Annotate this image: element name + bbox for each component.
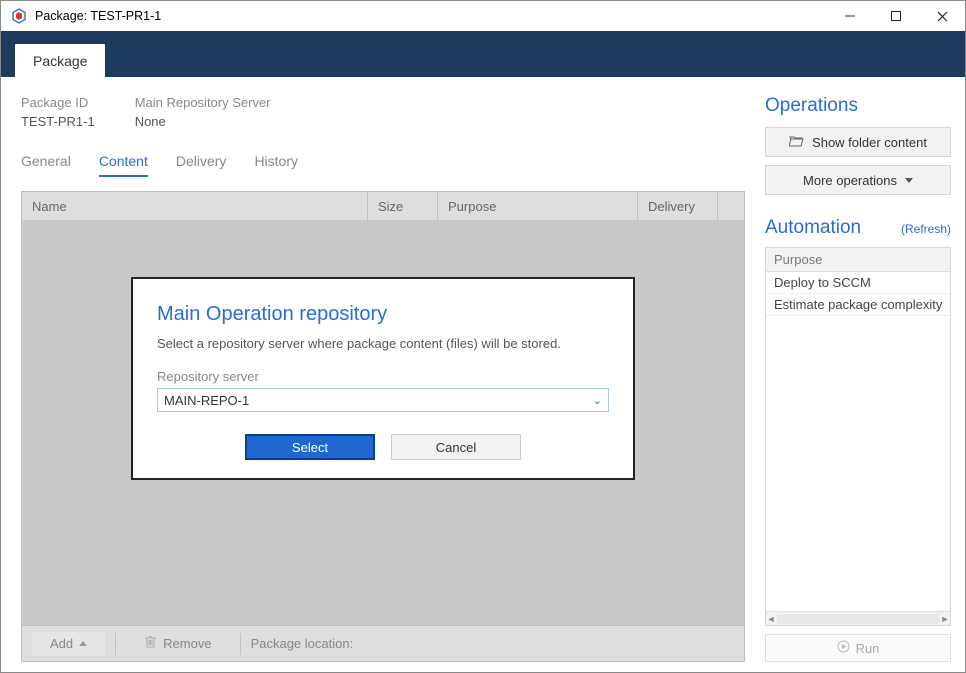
- more-operations-label: More operations: [803, 173, 897, 188]
- table-header-end: [718, 192, 744, 220]
- automation-row[interactable]: Deploy to SCCM: [766, 272, 950, 294]
- repository-server-label: Repository server: [157, 369, 609, 384]
- app-icon: [11, 8, 27, 24]
- scroll-left-icon[interactable]: ◄: [766, 614, 776, 624]
- maximize-button[interactable]: [873, 1, 919, 31]
- table-header-delivery[interactable]: Delivery: [638, 192, 718, 220]
- main-operation-repository-dialog: Main Operation repository Select a repos…: [131, 277, 635, 480]
- select-button[interactable]: Select: [245, 434, 375, 460]
- remove-button[interactable]: Remove: [126, 632, 229, 656]
- chevron-down-icon: ⌄: [593, 394, 602, 407]
- add-button-label: Add: [50, 636, 73, 651]
- subtab-history[interactable]: History: [254, 153, 298, 177]
- show-folder-content-button[interactable]: Show folder content: [765, 127, 951, 157]
- subtab-bar: General Content Delivery History: [21, 153, 745, 177]
- table-header-row: Name Size Purpose Delivery: [22, 192, 744, 220]
- show-folder-content-label: Show folder content: [812, 135, 927, 150]
- repository-server-combo[interactable]: MAIN-REPO-1 ⌄: [157, 388, 609, 412]
- run-button-label: Run: [856, 641, 880, 656]
- caret-up-icon: [79, 641, 87, 646]
- remove-button-label: Remove: [163, 636, 211, 651]
- play-icon: [837, 640, 850, 656]
- scroll-track[interactable]: [777, 614, 939, 624]
- window-controls: [827, 1, 965, 31]
- scroll-right-icon[interactable]: ►: [940, 614, 950, 624]
- package-id-label: Package ID: [21, 95, 95, 110]
- close-button[interactable]: [919, 1, 965, 31]
- more-operations-button[interactable]: More operations: [765, 165, 951, 195]
- toolbar-divider: [115, 633, 116, 655]
- package-location-label: Package location:: [251, 636, 354, 651]
- cancel-button[interactable]: Cancel: [391, 434, 521, 460]
- content-bottom-bar: Add Remove Package location:: [22, 625, 744, 661]
- repository-server-value: MAIN-REPO-1: [164, 393, 249, 408]
- main-repo-value: None: [135, 114, 271, 129]
- table-header-name[interactable]: Name: [22, 192, 368, 220]
- subtab-content[interactable]: Content: [99, 153, 148, 177]
- run-button[interactable]: Run: [765, 634, 951, 662]
- title-bar: Package: TEST-PR1-1: [1, 1, 965, 31]
- toolbar-divider-2: [240, 633, 241, 655]
- dialog-description: Select a repository server where package…: [157, 336, 609, 351]
- window-title: Package: TEST-PR1-1: [35, 9, 827, 23]
- details-header: Package ID TEST-PR1-1 Main Repository Se…: [21, 95, 745, 129]
- automation-scrollbar[interactable]: ◄ ►: [766, 611, 950, 625]
- subtab-general[interactable]: General: [21, 153, 71, 177]
- automation-body: Deploy to SCCM Estimate package complexi…: [766, 272, 950, 611]
- add-button[interactable]: Add: [32, 632, 105, 656]
- automation-row[interactable]: Estimate package complexity: [766, 294, 950, 316]
- table-header-size[interactable]: Size: [368, 192, 438, 220]
- main-repo-label: Main Repository Server: [135, 95, 271, 110]
- automation-table: Purpose Deploy to SCCM Estimate package …: [765, 247, 951, 626]
- dialog-title: Main Operation repository: [157, 303, 609, 326]
- automation-title: Automation: [765, 217, 861, 239]
- automation-refresh-link[interactable]: (Refresh): [901, 222, 951, 236]
- subtab-delivery[interactable]: Delivery: [176, 153, 227, 177]
- table-header-purpose[interactable]: Purpose: [438, 192, 638, 220]
- trash-icon: [144, 635, 157, 652]
- tab-package[interactable]: Package: [15, 44, 105, 77]
- caret-down-icon: [905, 178, 913, 183]
- nav-bar: Package: [1, 31, 965, 77]
- folder-open-icon: [789, 135, 804, 150]
- package-id-value: TEST-PR1-1: [21, 114, 95, 129]
- minimize-button[interactable]: [827, 1, 873, 31]
- operations-title: Operations: [765, 95, 951, 117]
- automation-header-purpose[interactable]: Purpose: [766, 248, 950, 272]
